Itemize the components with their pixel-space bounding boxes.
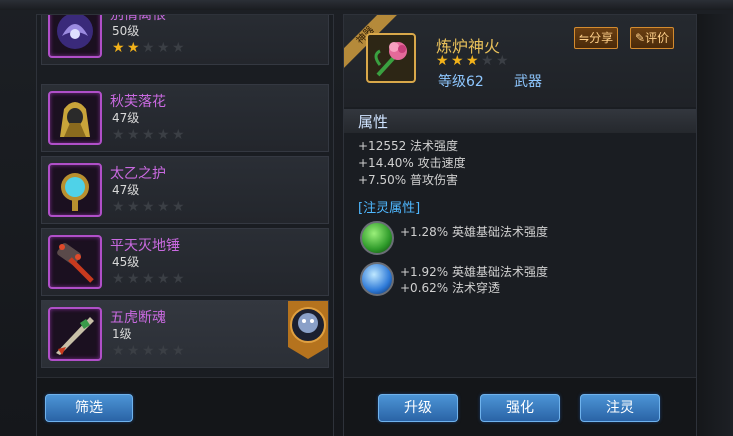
item-level: 50级 <box>112 24 140 38</box>
blue-gem-icon[interactable] <box>360 262 394 296</box>
list-item[interactable]: 秋芙落花 47级 ★★★★★ <box>41 84 329 152</box>
equipment-level: 等级62 <box>438 74 484 90</box>
star-icon: ★ <box>142 127 157 143</box>
star-icon: ★ <box>112 271 127 287</box>
star-icon: ★ <box>466 53 481 69</box>
detail-header: 神器 炼炉神火 ★★★★★ 等级62 武器 ⇋分享 ✎评价 <box>344 15 696 107</box>
star-icon: ★ <box>157 40 172 56</box>
star-icon: ★ <box>451 53 466 69</box>
right-frame-edge <box>697 14 733 436</box>
attributes-title: 属性 <box>358 113 389 131</box>
star-rating: ★★★★★ <box>112 199 187 215</box>
star-rating: ★★★★★ <box>436 53 511 69</box>
item-name: 秋芙落花 <box>110 94 166 110</box>
share-icon: ⇋ <box>579 31 590 45</box>
star-rating: ★★★★★ <box>112 343 187 359</box>
gold-hood-icon <box>48 91 102 145</box>
spiked-hammer-icon <box>48 235 102 289</box>
star-icon: ★ <box>157 271 172 287</box>
upgrade-button[interactable]: 升级 <box>378 394 458 422</box>
star-icon: ★ <box>172 343 187 359</box>
star-icon: ★ <box>127 343 142 359</box>
share-button[interactable]: ⇋分享 <box>574 27 619 49</box>
attributes-section-header: 属性 <box>344 109 696 133</box>
enhance-button[interactable]: 强化 <box>480 394 560 422</box>
star-icon: ★ <box>112 40 127 56</box>
share-label: 分享 <box>589 31 614 45</box>
star-icon: ★ <box>496 53 511 69</box>
star-rating: ★★★★★ <box>112 271 187 287</box>
star-rating: ★★★★★ <box>112 127 187 143</box>
attribute-line: +14.40% 攻击速度 <box>358 156 466 170</box>
list-item[interactable]: 平天灭地锤 45级 ★★★★★ <box>41 228 329 296</box>
spirit-line: +0.62% 法术穿透 <box>400 281 500 295</box>
rate-label: 评价 <box>645 31 670 45</box>
green-gem-icon[interactable] <box>360 221 394 255</box>
star-icon: ★ <box>112 127 127 143</box>
star-icon: ★ <box>142 271 157 287</box>
hero-portrait-badge-icon[interactable] <box>286 301 330 359</box>
star-icon: ★ <box>112 199 127 215</box>
star-icon: ★ <box>142 40 157 56</box>
tiger-blade-icon <box>48 307 102 361</box>
list-item[interactable]: 太乙之护 47级 ★★★★★ <box>41 156 329 224</box>
item-level: 47级 <box>112 111 140 125</box>
star-icon: ★ <box>127 127 142 143</box>
attribute-line: +12552 法术强度 <box>358 139 459 153</box>
item-name: 五虎断魂 <box>110 310 166 326</box>
item-name: 太乙之护 <box>110 166 166 182</box>
purple-helmet-icon <box>48 15 102 58</box>
magic-mirror-icon <box>48 163 102 217</box>
item-level: 47级 <box>112 183 140 197</box>
star-icon: ★ <box>112 343 127 359</box>
spirit-attributes-title: [注灵属性] <box>358 201 421 216</box>
infuse-button[interactable]: 注灵 <box>580 394 660 422</box>
star-rating: ★★★★★ <box>112 40 187 56</box>
star-icon: ★ <box>142 343 157 359</box>
star-icon: ★ <box>172 199 187 215</box>
star-icon: ★ <box>127 40 142 56</box>
item-level: 45级 <box>112 255 140 269</box>
equipment-detail-panel: 神器 炼炉神火 ★★★★★ 等级62 武器 ⇋分享 ✎评价 属性 +12552 … <box>343 14 697 436</box>
star-icon: ★ <box>142 199 157 215</box>
star-icon: ★ <box>172 271 187 287</box>
star-icon: ★ <box>157 199 172 215</box>
left-action-bar: 筛选 <box>37 377 333 436</box>
list-item[interactable]: 别情离恨 50级 ★★★★★ <box>41 15 329 65</box>
pink-flower-icon <box>366 33 416 83</box>
equipment-list-panel: 别情离恨 50级 ★★★★★ 秋芙落花 47级 ★★★★★ 太乙之护 47级 ★… <box>36 14 334 436</box>
star-icon: ★ <box>127 271 142 287</box>
top-frame-edge <box>0 0 733 10</box>
rate-button[interactable]: ✎评价 <box>630 27 675 49</box>
edit-icon: ✎ <box>635 31 646 45</box>
star-icon: ★ <box>157 343 172 359</box>
equipment-list[interactable]: 别情离恨 50级 ★★★★★ 秋芙落花 47级 ★★★★★ 太乙之护 47级 ★… <box>37 15 333 373</box>
filter-button[interactable]: 筛选 <box>45 394 133 422</box>
item-level: 1级 <box>112 327 132 341</box>
right-action-bar: 升级 强化 注灵 <box>344 377 696 436</box>
spirit-line: +1.92% 英雄基础法术强度 <box>400 265 548 279</box>
spirit-line: +1.28% 英雄基础法术强度 <box>400 225 548 239</box>
attribute-line: +7.50% 普攻伤害 <box>358 173 458 187</box>
star-icon: ★ <box>127 199 142 215</box>
star-icon: ★ <box>436 53 451 69</box>
item-name: 平天灭地锤 <box>110 238 180 254</box>
equipment-type: 武器 <box>514 74 542 90</box>
star-icon: ★ <box>172 127 187 143</box>
star-icon: ★ <box>481 53 496 69</box>
star-icon: ★ <box>157 127 172 143</box>
list-item-selected[interactable]: 五虎断魂 1级 ★★★★★ <box>41 300 329 368</box>
star-icon: ★ <box>172 40 187 56</box>
